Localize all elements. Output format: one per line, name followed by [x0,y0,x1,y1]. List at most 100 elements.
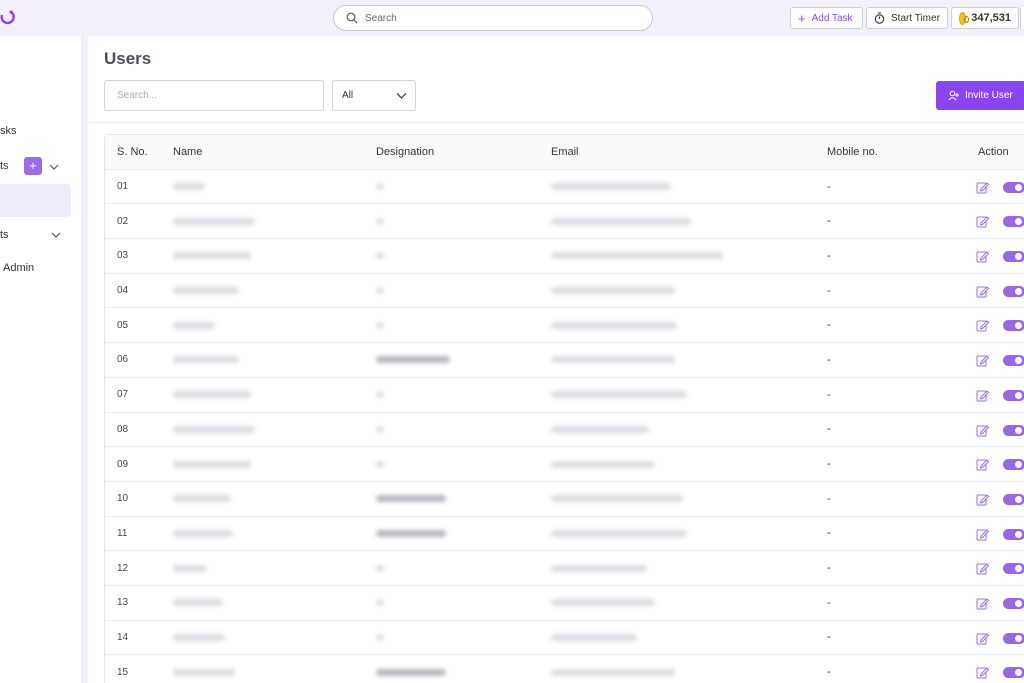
status-toggle[interactable] [1003,528,1024,540]
stopwatch-icon [874,12,885,24]
table-row: 10 - [105,482,1024,517]
status-toggle[interactable] [1003,355,1024,367]
row-name-redacted [173,274,239,308]
edit-icon[interactable] [976,666,989,679]
topbar-overflow-edge [1020,7,1024,29]
plus-icon: + [798,10,806,26]
status-toggle[interactable] [1003,216,1024,228]
row-email-redacted [551,378,687,412]
divider [88,122,1024,123]
row-designation-redacted [376,655,446,683]
status-toggle[interactable] [1003,320,1024,332]
row-sno: 10 [117,493,129,505]
column-header-email: Email [551,145,579,158]
chevron-down-icon[interactable] [51,230,61,240]
global-search-placeholder: Search [365,12,397,24]
column-header-mobile: Mobile no. [827,145,878,158]
row-designation-redacted [376,621,384,655]
status-toggle[interactable] [1003,181,1024,193]
row-sno: 11 [117,527,128,539]
users-table: S. No. Name Designation Email Mobile no.… [104,134,1024,683]
global-search-input[interactable]: Search [333,5,653,31]
edit-icon[interactable] [976,215,989,228]
status-toggle[interactable] [1003,632,1024,644]
edit-icon[interactable] [976,528,989,541]
row-mobile: - [827,492,831,505]
chevron-down-icon[interactable] [49,162,59,172]
edit-icon[interactable] [976,493,989,506]
edit-icon[interactable] [976,354,989,367]
status-toggle[interactable] [1003,389,1024,401]
status-toggle[interactable] [1003,251,1024,263]
status-filter-value: All [342,90,354,101]
row-designation-redacted [376,170,384,204]
row-sno: 01 [117,181,129,193]
table-row: 15 - [105,655,1024,683]
edit-icon[interactable] [976,632,989,645]
status-toggle[interactable] [1003,424,1024,436]
sidebar-item-projects[interactable]: ts [0,160,9,172]
table-row: 14 - [105,621,1024,656]
row-designation-redacted [376,378,384,412]
row-sno: 09 [117,458,129,470]
sidebar-item-active[interactable] [0,184,71,217]
status-toggle[interactable] [1003,563,1024,575]
status-toggle[interactable] [1003,459,1024,471]
sidebar-add-button[interactable]: + [24,157,42,175]
row-email-redacted [551,482,683,516]
status-toggle[interactable] [1003,667,1024,679]
app-logo-icon[interactable] [0,9,16,27]
coin-icon [959,11,970,25]
row-mobile: - [827,596,831,609]
users-search-input[interactable]: Search... [104,80,324,111]
row-mobile: - [827,353,831,366]
row-sno: 14 [117,631,129,643]
column-header-action: Action [978,145,1009,158]
table-header: S. No. Name Designation Email Mobile no.… [105,135,1024,170]
table-row: 04 - [105,274,1024,309]
start-timer-button[interactable]: Start Timer [866,7,948,29]
row-designation-redacted [376,447,384,481]
status-toggle[interactable] [1003,597,1024,609]
edit-icon[interactable] [976,250,989,263]
edit-icon[interactable] [976,458,989,471]
row-designation-redacted [376,517,446,551]
row-mobile: - [827,423,831,436]
row-sno: 13 [117,597,129,609]
row-designation-redacted [376,274,384,308]
row-sno: 08 [117,423,129,435]
edit-icon[interactable] [976,424,989,437]
edit-icon[interactable] [976,285,989,298]
column-header-designation: Designation [376,145,435,158]
edit-icon[interactable] [976,181,989,194]
sidebar-item-admin[interactable]: Admin [3,262,34,274]
table-row: 07 - [105,378,1024,413]
row-mobile: - [827,319,831,332]
add-task-button[interactable]: + Add Task [790,7,863,29]
row-name-redacted [173,621,225,655]
edit-icon[interactable] [976,389,989,402]
sidebar-item-reports[interactable]: ts [0,229,9,241]
table-body: 01-02-03-04-05-06-07-08-09-10-11-12-13-1… [105,170,1024,683]
row-name-redacted [173,204,255,238]
edit-icon[interactable] [976,597,989,610]
page-title: Users [104,49,152,68]
status-filter-select[interactable]: All [332,80,416,111]
edit-icon[interactable] [976,319,989,332]
status-toggle[interactable] [1003,285,1024,297]
column-header-name: Name [173,145,203,158]
status-toggle[interactable] [1003,493,1024,505]
row-designation-redacted [376,586,384,620]
row-mobile: - [827,666,831,679]
sidebar-item-tasks[interactable]: sks [0,125,17,137]
row-designation-redacted [376,308,384,342]
row-email-redacted [551,204,691,238]
row-sno: 07 [117,389,129,401]
row-name-redacted [173,482,231,516]
coins-balance[interactable]: 347,531 [951,7,1019,29]
table-row: 03 - [105,239,1024,274]
invite-user-button[interactable]: Invite User [936,81,1024,110]
row-name-redacted [173,170,205,204]
edit-icon[interactable] [976,562,989,575]
row-email-redacted [551,551,647,585]
